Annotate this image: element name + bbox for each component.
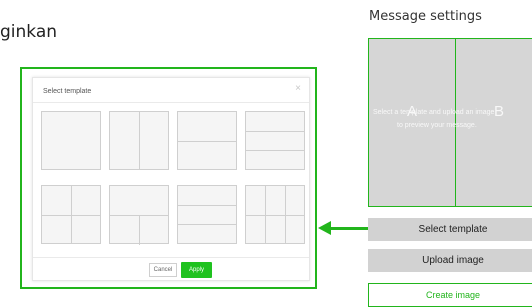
modal-highlight-frame: Select template × Cancel Apply <box>20 67 317 289</box>
template-option-7[interactable] <box>177 185 237 244</box>
modal-footer-divider <box>33 257 309 258</box>
create-image-button[interactable]: Create image <box>368 283 532 307</box>
template-option-6[interactable] <box>109 185 169 245</box>
template-option-3[interactable] <box>177 111 237 170</box>
message-preview: A B Select a template and upload an imag… <box>368 38 532 207</box>
select-template-modal: Select template × Cancel Apply <box>32 77 310 281</box>
template-option-4[interactable] <box>245 111 305 170</box>
preview-area-b[interactable]: B <box>494 103 504 120</box>
apply-button[interactable]: Apply <box>181 262 212 278</box>
cancel-button[interactable]: Cancel <box>149 263 177 277</box>
preview-hint-line1: Select a template and upload an image <box>373 109 495 116</box>
template-option-1[interactable] <box>41 111 101 170</box>
select-template-button[interactable]: Select template <box>368 218 532 241</box>
preview-hint-line2: to preview your message. <box>397 122 477 129</box>
upload-image-button[interactable]: Upload image <box>368 249 532 272</box>
template-option-8[interactable] <box>245 185 305 244</box>
background-partial-text: ginkan <box>0 22 58 42</box>
template-option-5[interactable] <box>41 185 101 244</box>
template-option-2[interactable] <box>109 111 169 170</box>
message-settings-title: Message settings <box>369 9 482 24</box>
template-grid <box>33 78 309 280</box>
